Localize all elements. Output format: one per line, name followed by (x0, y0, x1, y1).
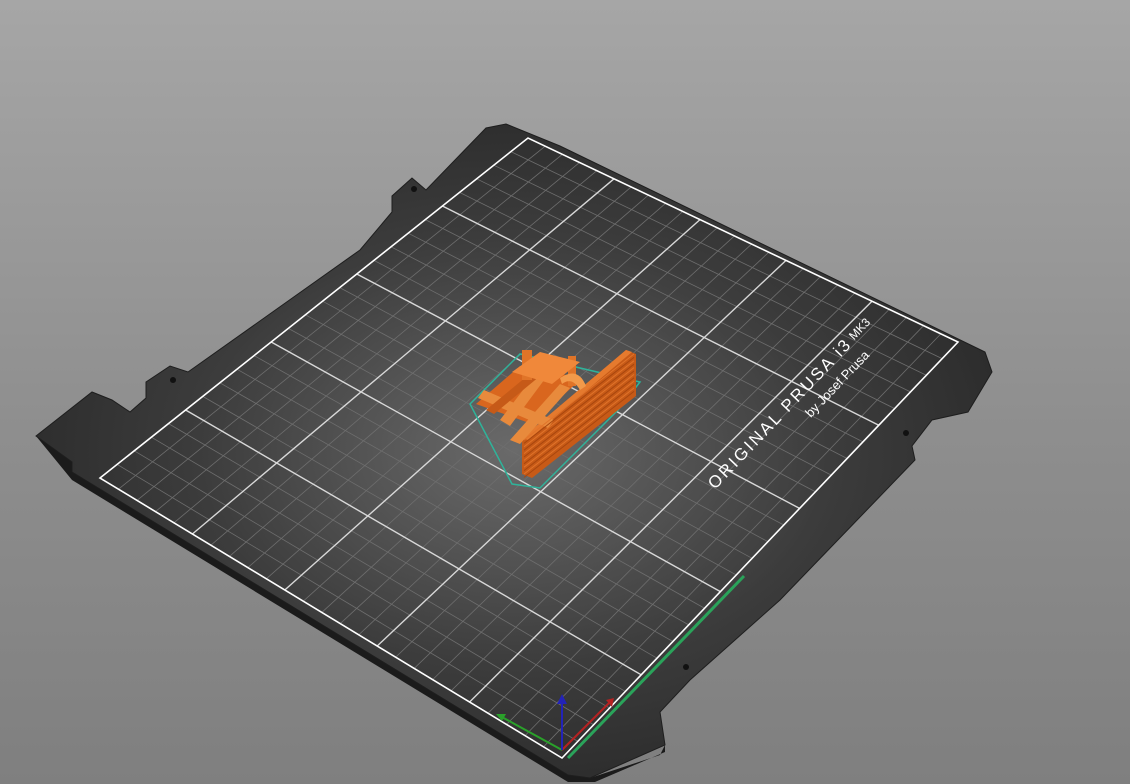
3d-viewport[interactable]: ORIGINAL PRUSA i3 MK3 by Josef Prusa (0, 0, 1130, 784)
bed-hole (170, 377, 176, 383)
bed-hole (683, 664, 689, 670)
bed-sheet[interactable] (35, 123, 993, 779)
bed-hole (411, 186, 417, 192)
bed-hole (903, 430, 909, 436)
scene-canvas[interactable]: ORIGINAL PRUSA i3 MK3 by Josef Prusa (0, 0, 1130, 784)
